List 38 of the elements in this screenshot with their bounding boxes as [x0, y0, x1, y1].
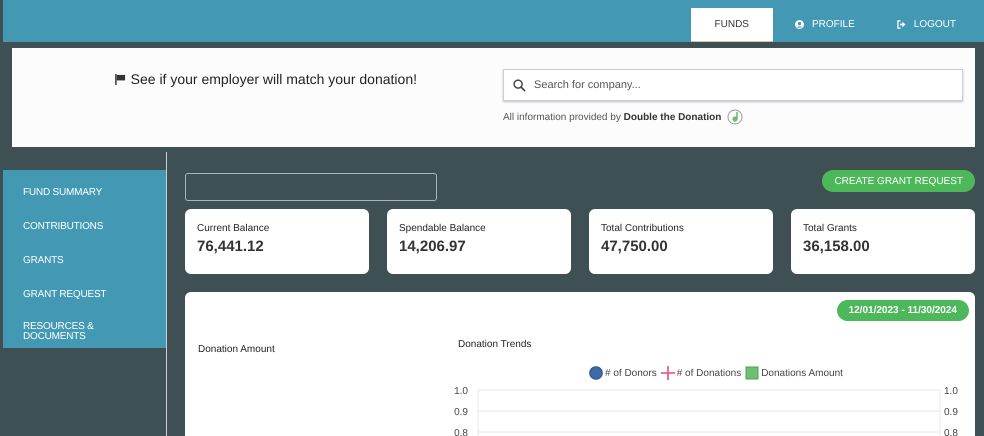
y-tick-label: 1.0 [454, 386, 468, 397]
stat-value: 36,158.00 [803, 238, 871, 255]
credit-text: All information provided by Double the Donation [503, 112, 722, 122]
legend-label[interactable]: # of Donations [676, 368, 742, 378]
logo-icon [727, 109, 744, 125]
y-tick-label: 0.8 [454, 428, 468, 436]
stat-value: 47,750.00 [601, 238, 669, 255]
sidebar-item[interactable]: FUND SUMMARY [3, 176, 166, 210]
stat-label: Current Balance [197, 223, 270, 234]
logout-icon [896, 20, 906, 29]
date-range-badge[interactable]: 12/01/2023 - 11/30/2024 [836, 300, 969, 321]
nav-tab[interactable]: PROFILE [774, 8, 875, 41]
y-tick-label: 0.9 [944, 407, 958, 418]
nav-tab[interactable]: FUNDS [690, 8, 773, 42]
match-message: See if your employer will match your donation! [130, 71, 417, 87]
sidebar-item[interactable]: CONTRIBUTIONS [3, 210, 166, 244]
user-icon [794, 20, 804, 29]
stat-label: Total Grants [803, 223, 858, 234]
fund-select[interactable] [185, 173, 437, 201]
create-grant-request-button[interactable]: CREATE GRANT REQUEST [822, 170, 975, 192]
stat-value: 76,441.12 [197, 238, 265, 255]
search-icon [513, 79, 526, 92]
sidebar-item[interactable]: RESOURCES & DOCUMENTS [3, 312, 143, 358]
y-tick-label: 1.0 [944, 386, 958, 397]
sidebar-item[interactable]: GRANT REQUEST [3, 278, 166, 312]
sidebar-item[interactable]: GRANTS [3, 244, 166, 278]
company-search-field[interactable]: Search for company... [503, 69, 963, 101]
chart-title: Donation Amount [198, 344, 275, 355]
stat-label: Total Contributions [601, 223, 685, 234]
stat-label: Spendable Balance [399, 223, 487, 234]
stat-value: 14,206.97 [399, 238, 467, 255]
legend-label[interactable]: Donations Amount [761, 368, 843, 378]
y-tick-label: 0.8 [944, 428, 958, 436]
y-tick-label: 0.9 [454, 407, 468, 418]
flag-icon [114, 74, 126, 84]
chart-title: Donation Trends [458, 339, 532, 350]
legend-label[interactable]: # of Donors [605, 368, 657, 378]
nav-tab[interactable]: LOGOUT [876, 8, 976, 41]
